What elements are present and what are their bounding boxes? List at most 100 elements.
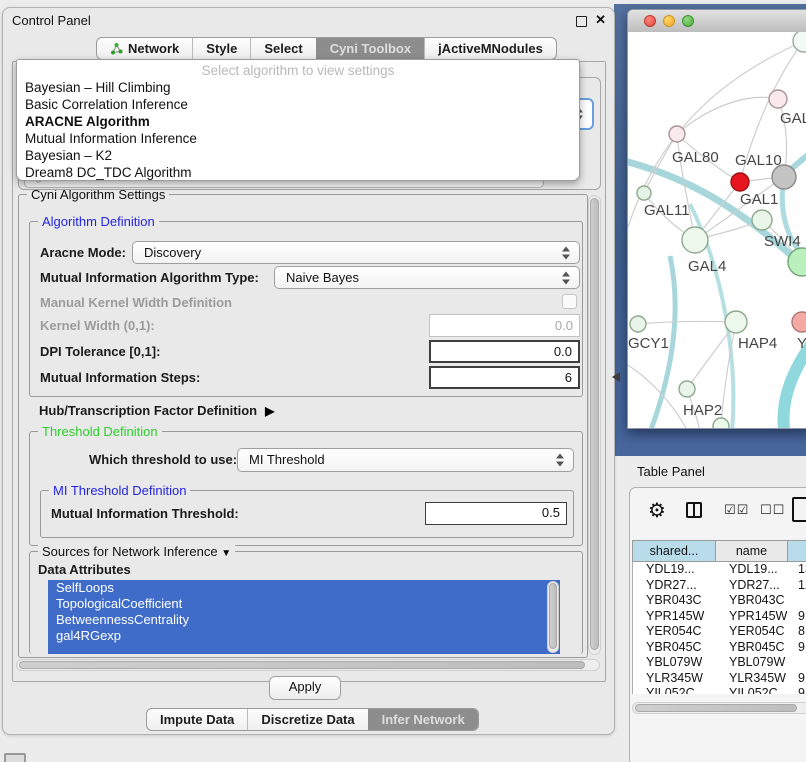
close-icon[interactable]: ✕	[595, 12, 606, 28]
attribute-list-scrollbar[interactable]	[547, 581, 559, 653]
data-attributes-label: Data Attributes	[38, 562, 131, 577]
node-label: GAL4	[688, 258, 726, 275]
column-layout-icon[interactable]	[686, 502, 702, 518]
list-item-gal4rgexp[interactable]: gal4RGexp	[48, 628, 560, 644]
dpi-tolerance-input[interactable]: 0.0	[429, 340, 580, 363]
algorithm-dropdown-popup: Select algorithm to view settings Bayesi…	[16, 59, 580, 181]
minimize-traffic-light-icon[interactable]	[663, 15, 675, 27]
column-header-shared-name[interactable]: shared...	[632, 540, 716, 562]
node-gal80[interactable]	[669, 126, 685, 142]
table-row[interactable]: YIL052CYIL052C9	[633, 686, 806, 694]
menu-item-bayesian-hill-climbing[interactable]: Bayesian – Hill Climbing	[17, 79, 579, 96]
node-gal[interactable]	[769, 90, 787, 108]
scrollbar-thumb[interactable]	[549, 583, 557, 649]
node[interactable]	[713, 418, 729, 429]
node-gal1[interactable]	[752, 210, 772, 230]
mi-steps-label: Mutual Information Steps:	[40, 370, 200, 385]
settings-vertical-scrollbar[interactable]	[588, 195, 601, 655]
mi-algorithm-type-combo[interactable]: Naive Bayes	[274, 266, 580, 289]
settings-gear-icon[interactable]: ⚙	[648, 500, 666, 520]
mi-algorithm-type-label: Mutual Information Algorithm Type:	[40, 270, 259, 285]
menu-item-dream8[interactable]: Dream8 DC_TDC Algorithm	[17, 164, 579, 181]
node-red-selected[interactable]	[731, 173, 749, 191]
column-header-name[interactable]: name	[716, 540, 788, 562]
network-nodes	[630, 32, 806, 429]
scrollbar-thumb[interactable]	[635, 704, 797, 712]
node-gal4[interactable]	[682, 227, 708, 253]
tab-cyni-toolbox[interactable]: Cyni Toolbox	[316, 38, 424, 59]
list-item-topologicalcoefficient[interactable]: TopologicalCoefficient	[48, 596, 560, 612]
export-table-icon[interactable]	[792, 497, 806, 522]
algorithm-definition-legend: Algorithm Definition	[38, 214, 159, 229]
table-row[interactable]: YPR145WYPR145W9.	[633, 609, 806, 625]
network-view-window: GAL GAL80 GAL10 GAL1 GAL11 GAL4 SWI4 GCY…	[627, 9, 806, 429]
kernel-width-label: Kernel Width (0,1):	[40, 318, 155, 333]
node-label: GAL11	[644, 202, 690, 219]
table-row[interactable]: YER054CYER054C8.	[633, 624, 806, 640]
node-label: SWI4	[764, 233, 801, 250]
which-threshold-combo[interactable]: MI Threshold	[237, 448, 574, 472]
threshold-definition-group: Threshold Definition Which threshold to …	[29, 431, 583, 546]
control-panel-window: Control Panel ✕ Network Style Select Cyn…	[2, 7, 615, 735]
aracne-mode-combo[interactable]: Discovery	[132, 241, 580, 264]
node-label: GCY1	[628, 335, 669, 352]
table-row[interactable]: YLR345WYLR345W9.	[633, 671, 806, 687]
network-window-titlebar[interactable]	[628, 10, 806, 33]
menu-item-basic-correlation[interactable]: Basic Correlation Inference	[17, 96, 579, 113]
zoom-traffic-light-icon[interactable]	[682, 15, 694, 27]
tab-jactivemnodules[interactable]: jActiveMNodules	[424, 38, 556, 59]
table-panel: ⚙ ☑☑ ☐☐ shared... name YDL19...YDL19...1…	[629, 487, 806, 762]
tab-network[interactable]: Network	[97, 38, 192, 59]
mouse-cursor-icon	[607, 372, 620, 382]
which-threshold-label: Which threshold to use:	[89, 452, 237, 467]
network-canvas[interactable]: GAL GAL80 GAL10 GAL1 GAL11 GAL4 SWI4 GCY…	[628, 32, 806, 429]
expanded-arrow-icon: ▼	[221, 548, 231, 559]
mi-threshold-input[interactable]: 0.5	[425, 502, 567, 525]
list-item-betweennesscentrality[interactable]: BetweennessCentrality	[48, 612, 560, 628]
column-header-partial[interactable]	[788, 540, 806, 562]
mi-steps-input[interactable]: 6	[429, 366, 580, 389]
node[interactable]	[793, 32, 806, 52]
node-gal11[interactable]	[637, 186, 651, 200]
table-row[interactable]: YDR27...YDR27...12	[633, 578, 806, 594]
table-horizontal-scrollbar[interactable]	[632, 702, 806, 714]
dropdown-prompt: Select algorithm to view settings	[17, 63, 579, 79]
kernel-width-input: 0.0	[429, 314, 580, 337]
node-hap2[interactable]	[679, 381, 695, 397]
tab-impute-data[interactable]: Impute Data	[147, 709, 247, 730]
node-gcy1[interactable]	[630, 316, 646, 332]
menu-item-bayesian-k2[interactable]: Bayesian – K2	[17, 147, 579, 164]
table-row[interactable]: YBR045CYBR045C9.	[633, 640, 806, 656]
node-labels: GAL GAL80 GAL10 GAL1 GAL11 GAL4 SWI4 GCY…	[628, 110, 806, 419]
node-hap4[interactable]	[725, 311, 747, 333]
scrollbar-thumb[interactable]	[19, 661, 585, 669]
select-all-icon[interactable]: ☑☑	[724, 503, 749, 518]
mi-threshold-definition-legend: MI Threshold Definition	[49, 483, 190, 498]
menu-item-mutual-information[interactable]: Mutual Information Inference	[17, 130, 579, 147]
collapsed-panel-button[interactable]	[4, 753, 26, 762]
close-traffic-light-icon[interactable]	[644, 15, 656, 27]
menu-item-aracne[interactable]: ARACNE Algorithm	[17, 113, 579, 130]
table-row[interactable]: YBR043CYBR043C	[633, 593, 806, 609]
sources-group: Sources for Network Inference ▼ Data Att…	[29, 551, 583, 654]
table-row[interactable]: YDL19...YDL19...13	[633, 562, 806, 578]
list-item-selfloops[interactable]: SelfLoops	[48, 580, 560, 596]
node-salmon[interactable]	[792, 312, 806, 332]
tab-infer-network[interactable]: Infer Network	[368, 709, 478, 730]
network-icon	[110, 42, 123, 55]
apply-button[interactable]: Apply	[269, 676, 341, 700]
cyni-toolbox-panel: gal-filtered sif default node Select alg…	[12, 61, 606, 682]
algorithm-definition-group: Algorithm Definition Aracne Mode: Discov…	[29, 221, 583, 397]
hub-section-toggle[interactable]: Hub/Transcription Factor Definition▶	[39, 403, 274, 418]
settings-horizontal-scrollbar[interactable]	[16, 659, 600, 671]
sources-legend[interactable]: Sources for Network Inference ▼	[38, 544, 235, 561]
deselect-all-icon[interactable]: ☐☐	[760, 503, 785, 518]
node-label: HAP2	[683, 402, 722, 419]
tab-style[interactable]: Style	[192, 38, 250, 59]
float-window-icon[interactable]	[576, 16, 587, 27]
tab-discretize-data[interactable]: Discretize Data	[247, 709, 367, 730]
node-label: GAL10	[735, 152, 782, 169]
scrollbar-thumb[interactable]	[590, 198, 599, 650]
tab-select[interactable]: Select	[250, 38, 315, 59]
table-row[interactable]: YBL079WYBL079W	[633, 655, 806, 671]
